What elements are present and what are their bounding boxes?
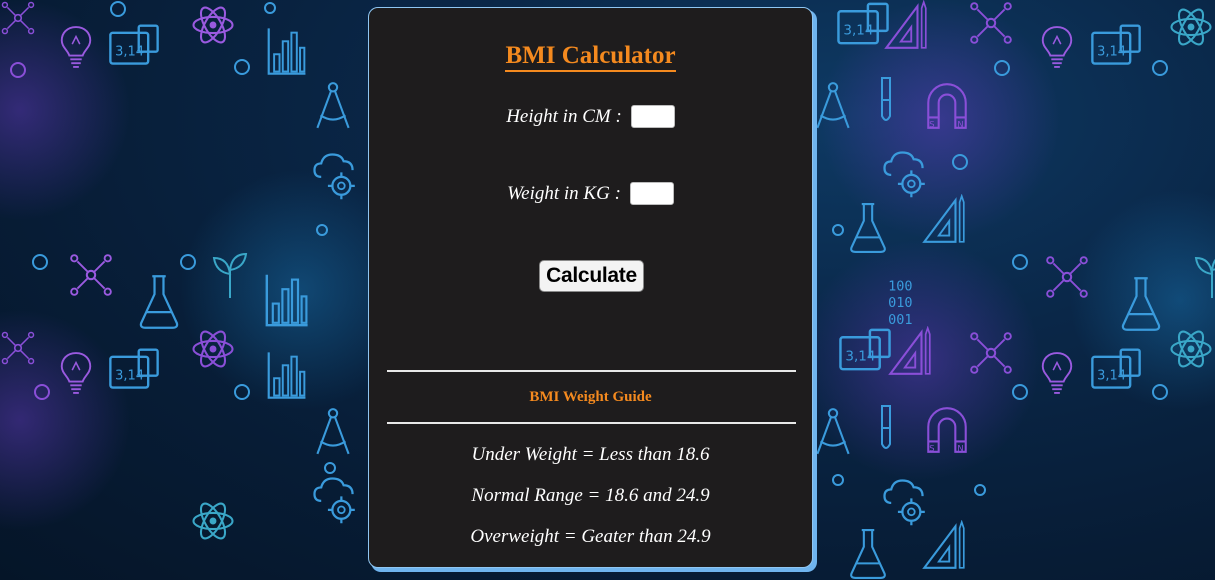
divider-top <box>387 370 796 372</box>
calculate-button[interactable]: Calculate <box>539 260 644 292</box>
guide-title: BMI Weight Guide <box>529 389 652 405</box>
bmi-calculator-card: BMI Calculator Height in CM : Weight in … <box>368 7 813 568</box>
title-text: BMI Calculator <box>505 42 676 72</box>
divider-bottom <box>387 422 796 424</box>
page-title: BMI Calculator <box>369 34 812 72</box>
weight-row: Weight in KG : <box>369 182 812 205</box>
guide-underweight: Under Weight = Less than 18.6 <box>471 444 710 465</box>
height-input[interactable] <box>630 105 675 128</box>
guide-overweight: Overweight = Geater than 24.9 <box>470 526 711 547</box>
guide-normal: Normal Range = 18.6 and 24.9 <box>471 485 710 506</box>
height-label: Height in CM : <box>506 105 622 127</box>
weight-input[interactable] <box>629 182 674 205</box>
height-row: Height in CM : <box>369 105 812 128</box>
weight-label: Weight in KG : <box>507 182 621 204</box>
